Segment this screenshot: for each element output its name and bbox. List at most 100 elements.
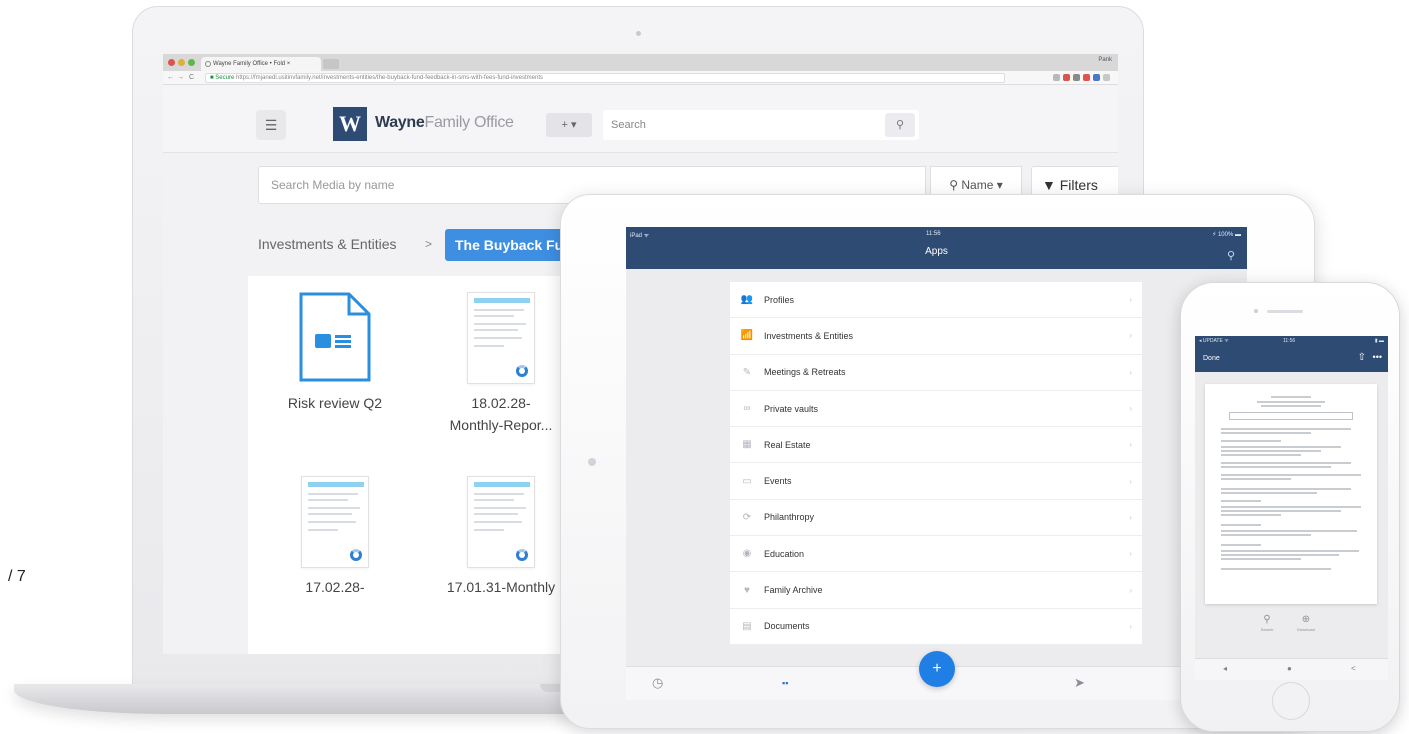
logo-icon[interactable]: W <box>333 107 367 141</box>
list-item-label: Investments & Entities <box>764 330 854 341</box>
add-button[interactable]: + ▾ <box>546 113 592 137</box>
phone-carrier: ◂ UPDATE ᯤ <box>1199 338 1229 344</box>
back-icon[interactable]: ◂ <box>1223 664 1227 673</box>
reload-icon[interactable]: C <box>189 73 194 83</box>
url-field[interactable]: ■ Secure https://fmjanedl.usitinvfamily.… <box>205 73 1005 83</box>
file-card[interactable]: 18.02.28- Monthly-Repor... <box>426 292 576 436</box>
extension-icons <box>1053 74 1110 81</box>
browser-user-label[interactable]: Pank <box>1098 57 1112 63</box>
new-tab-button[interactable] <box>323 59 339 69</box>
share-icon[interactable]: < <box>1351 664 1356 673</box>
pie-chart-icon <box>516 549 528 561</box>
star-icon[interactable] <box>1053 74 1060 81</box>
chevron-right-icon: › <box>1129 621 1132 631</box>
apps-list: 👥 Profiles › 📶 Investments & Entities › ✎ Mee… <box>730 282 1142 645</box>
tablet-home-button <box>588 458 596 466</box>
maximize-window-icon[interactable] <box>188 59 195 66</box>
file-card[interactable]: 17.01.31-Monthly <box>426 476 576 598</box>
list-item-real-estate[interactable]: ▦ Real Estate › <box>730 427 1142 464</box>
list-item-label: Documents <box>764 621 810 632</box>
tab-title: Wayne Family Office • Fold × <box>213 61 291 67</box>
more-icon[interactable]: ••• <box>1373 352 1382 362</box>
list-item-family-archive[interactable]: ♥ Family Archive › <box>730 572 1142 609</box>
list-item-investments[interactable]: 📶 Investments & Entities › <box>730 318 1142 355</box>
list-item-documents[interactable]: ▤ Documents › <box>730 609 1142 645</box>
list-item-label: Family Archive <box>764 585 823 596</box>
list-item-label: Events <box>764 476 792 487</box>
philanthropy-icon: ⟳ <box>742 511 752 523</box>
search-icon: ⚲ <box>1263 614 1271 625</box>
logo-letter: W <box>339 111 361 136</box>
download-tool[interactable]: ⊕ Download <box>1291 614 1321 632</box>
list-item-meetings[interactable]: ✎ Meetings & Retreats › <box>730 355 1142 391</box>
close-window-icon[interactable] <box>168 59 175 66</box>
bar-chart-icon: 📶 <box>740 330 754 342</box>
phone-camera <box>1254 309 1258 313</box>
list-item-events[interactable]: ▭ Events › <box>730 463 1142 500</box>
building-icon: ▦ <box>742 439 752 451</box>
file-card[interactable]: Risk review Q2 <box>260 292 410 414</box>
document-preview <box>1205 384 1377 604</box>
add-fab-button[interactable]: + <box>919 651 955 687</box>
menu-button[interactable]: ☰ <box>256 110 286 140</box>
phone-speaker <box>1267 310 1303 313</box>
back-icon[interactable]: ← <box>167 73 174 83</box>
report-thumbnail <box>467 476 535 568</box>
phone-time: 11:56 <box>1283 338 1296 344</box>
tablet-screen: iPad ᯤ 11:56 ⚡ 100% ▬ Apps ⚲ 👥 Profiles › … <box>626 227 1247 700</box>
heart-icon: ♥ <box>744 584 750 596</box>
chevron-right-icon: › <box>1129 367 1132 377</box>
tablet-tab-bar: ◷ ▪▪ + ➤ <box>626 651 1247 700</box>
file-card[interactable]: 17.02.28- <box>260 476 410 598</box>
send-icon[interactable]: ➤ <box>1074 675 1085 691</box>
breadcrumb-separator: > <box>425 237 433 251</box>
vault-icon: ∞ <box>743 403 751 415</box>
global-search-input[interactable]: Search <box>603 110 919 140</box>
phone-battery: ▮ ▬ <box>1374 338 1384 344</box>
phone-home-button <box>1272 682 1310 720</box>
address-bar-row: ← → C ■ Secure https://fmjanedl.usitinvf… <box>163 71 1118 85</box>
breadcrumb-parent[interactable]: Investments & Entities <box>258 236 397 252</box>
extension-red-icon[interactable] <box>1063 74 1070 81</box>
extension-blue-icon[interactable] <box>1093 74 1100 81</box>
browser-tab[interactable]: Wayne Family Office • Fold × <box>201 57 321 71</box>
file-name: Risk review Q2 <box>287 395 383 411</box>
list-item-vaults[interactable]: ∞ Private vaults › <box>730 391 1142 428</box>
done-button[interactable]: Done <box>1203 355 1220 362</box>
filter-funnel-icon: ▼ <box>1042 177 1056 193</box>
chevron-right-icon: › <box>1129 476 1132 486</box>
history-icon[interactable]: ◷ <box>652 675 663 691</box>
list-item-label: Real Estate <box>764 439 811 450</box>
laptop-camera <box>636 31 641 36</box>
phone-screen: ◂ UPDATE ᯤ 11:56 ▮ ▬ Done ⇧ ••• ⚲ Search … <box>1195 336 1388 680</box>
page-count: / 7 <box>8 568 26 585</box>
report-thumbnail <box>467 292 535 384</box>
apps-grid-icon[interactable]: ▪▪ <box>782 678 788 688</box>
search-icon[interactable]: ⚲ <box>1227 245 1235 267</box>
brand-name: WayneFamily Office <box>375 114 514 132</box>
list-item-profiles[interactable]: 👥 Profiles › <box>730 282 1142 319</box>
profiles-icon: 👥 <box>740 294 754 306</box>
list-item-education[interactable]: ◉ Education › <box>730 536 1142 573</box>
tablet-carrier: iPad ᯤ <box>630 233 650 239</box>
search-icon[interactable]: ⚲ <box>885 113 915 137</box>
extension-more-icon[interactable] <box>1103 74 1110 81</box>
tablet-title: Apps <box>925 246 948 257</box>
tab-favicon-icon <box>205 61 211 67</box>
forward-icon[interactable]: → <box>177 73 184 83</box>
list-item-label: Profiles <box>764 294 795 305</box>
browser-tabbar: Wayne Family Office • Fold × Pank <box>163 54 1118 71</box>
share-icon[interactable]: ⇧ <box>1358 352 1366 363</box>
tablet-nav-bar: Apps ⚲ <box>626 241 1247 269</box>
list-item-philanthropy[interactable]: ⟳ Philanthropy › <box>730 500 1142 537</box>
extension-heart-icon[interactable] <box>1083 74 1090 81</box>
chevron-right-icon: › <box>1129 295 1132 305</box>
home-icon[interactable]: ● <box>1287 664 1292 673</box>
secure-badge: ■ Secure <box>210 75 235 81</box>
extension-gray-icon[interactable] <box>1073 74 1080 81</box>
pie-chart-icon <box>350 549 362 561</box>
minimize-window-icon[interactable] <box>178 59 185 66</box>
search-tool[interactable]: ⚲ Search <box>1252 614 1282 632</box>
file-name: 18.02.28- Monthly-Repor... <box>449 395 553 433</box>
hamburger-icon: ☰ <box>264 116 278 133</box>
